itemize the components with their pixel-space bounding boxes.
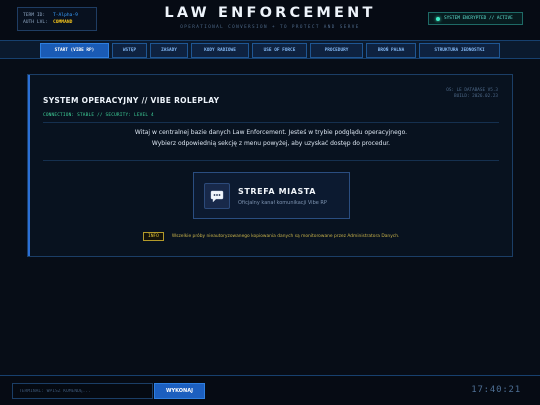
- tab-kody-radiowe[interactable]: KODY RADIOWE: [191, 43, 249, 58]
- operating-system-panel: SYSTEM OPERACYJNY // VIBE ROLEPLAY OS: L…: [27, 74, 513, 257]
- tab-struktura-jednostki[interactable]: STRUKTURA JEDNOSTKI: [419, 43, 500, 58]
- build-date: BUILD: 2026.02.23: [454, 94, 498, 99]
- panel-accent-bar: [28, 75, 30, 256]
- city-zone-title: STREFA MIASTA: [238, 187, 317, 196]
- build-info: OS: LE DATABASE V5.3 BUILD: 2026.02.23: [446, 88, 498, 100]
- divider: [43, 160, 499, 161]
- main-navigation: START (VIBE RP) WSTĘP ZASADY KODY RADIOW…: [0, 40, 540, 59]
- encryption-status-badge: SYSTEM ENCRYPTED // ACTIVE: [428, 12, 523, 25]
- tab-wstep[interactable]: WSTĘP: [112, 43, 147, 58]
- welcome-line-2: Wybierz odpowiednią sekcję z menu powyże…: [151, 140, 391, 147]
- panel-title: SYSTEM OPERACYJNY // VIBE ROLEPLAY: [43, 96, 220, 105]
- divider: [43, 122, 499, 123]
- execute-button[interactable]: WYKONAJ: [154, 383, 205, 399]
- status-dot-icon: [436, 16, 440, 21]
- page-subtitle: OPERATIONAL CONVERSION + TO PROTECT AND …: [180, 25, 360, 30]
- info-badge: INFO: [143, 232, 164, 241]
- tab-zasady[interactable]: ZASADY: [150, 43, 188, 58]
- system-clock: 17:40:21: [471, 385, 521, 395]
- tab-procedury[interactable]: PROCEDURY: [310, 43, 363, 58]
- encryption-status-text: SYSTEM ENCRYPTED // ACTIVE: [444, 16, 513, 21]
- command-bar: WYKONAJ 17:40:21: [0, 375, 540, 405]
- terminal-command-input[interactable]: [12, 383, 153, 399]
- tab-use-of-force[interactable]: USE OF FORCE: [252, 43, 307, 58]
- welcome-line-1: Witaj w centralnej bazie danych Law Enfo…: [134, 129, 408, 136]
- info-notice: INFO Wszelkie próby nieautoryzowanego ko…: [143, 232, 399, 241]
- chat-bubble-icon: [204, 183, 230, 209]
- header: TERM ID: T-Alpha-9 AUTH LVL: COMMAND LAW…: [0, 0, 540, 40]
- city-zone-card[interactable]: STREFA MIASTA Oficjalny kanał komunikacj…: [193, 172, 350, 219]
- tab-bron-palna[interactable]: BROŃ PALNA: [366, 43, 416, 58]
- welcome-message: Witaj w centralnej bazie danych Law Enfo…: [28, 127, 514, 149]
- city-zone-subtitle: Oficjalny kanał komunikacji Vibe RP: [238, 200, 327, 206]
- info-text: Wszelkie próby nieautoryzowanego kopiowa…: [171, 234, 400, 239]
- tab-start[interactable]: START (VIBE RP): [40, 43, 109, 58]
- connection-status: CONNECTION: STABLE // SECURITY: LEVEL 4: [43, 113, 154, 118]
